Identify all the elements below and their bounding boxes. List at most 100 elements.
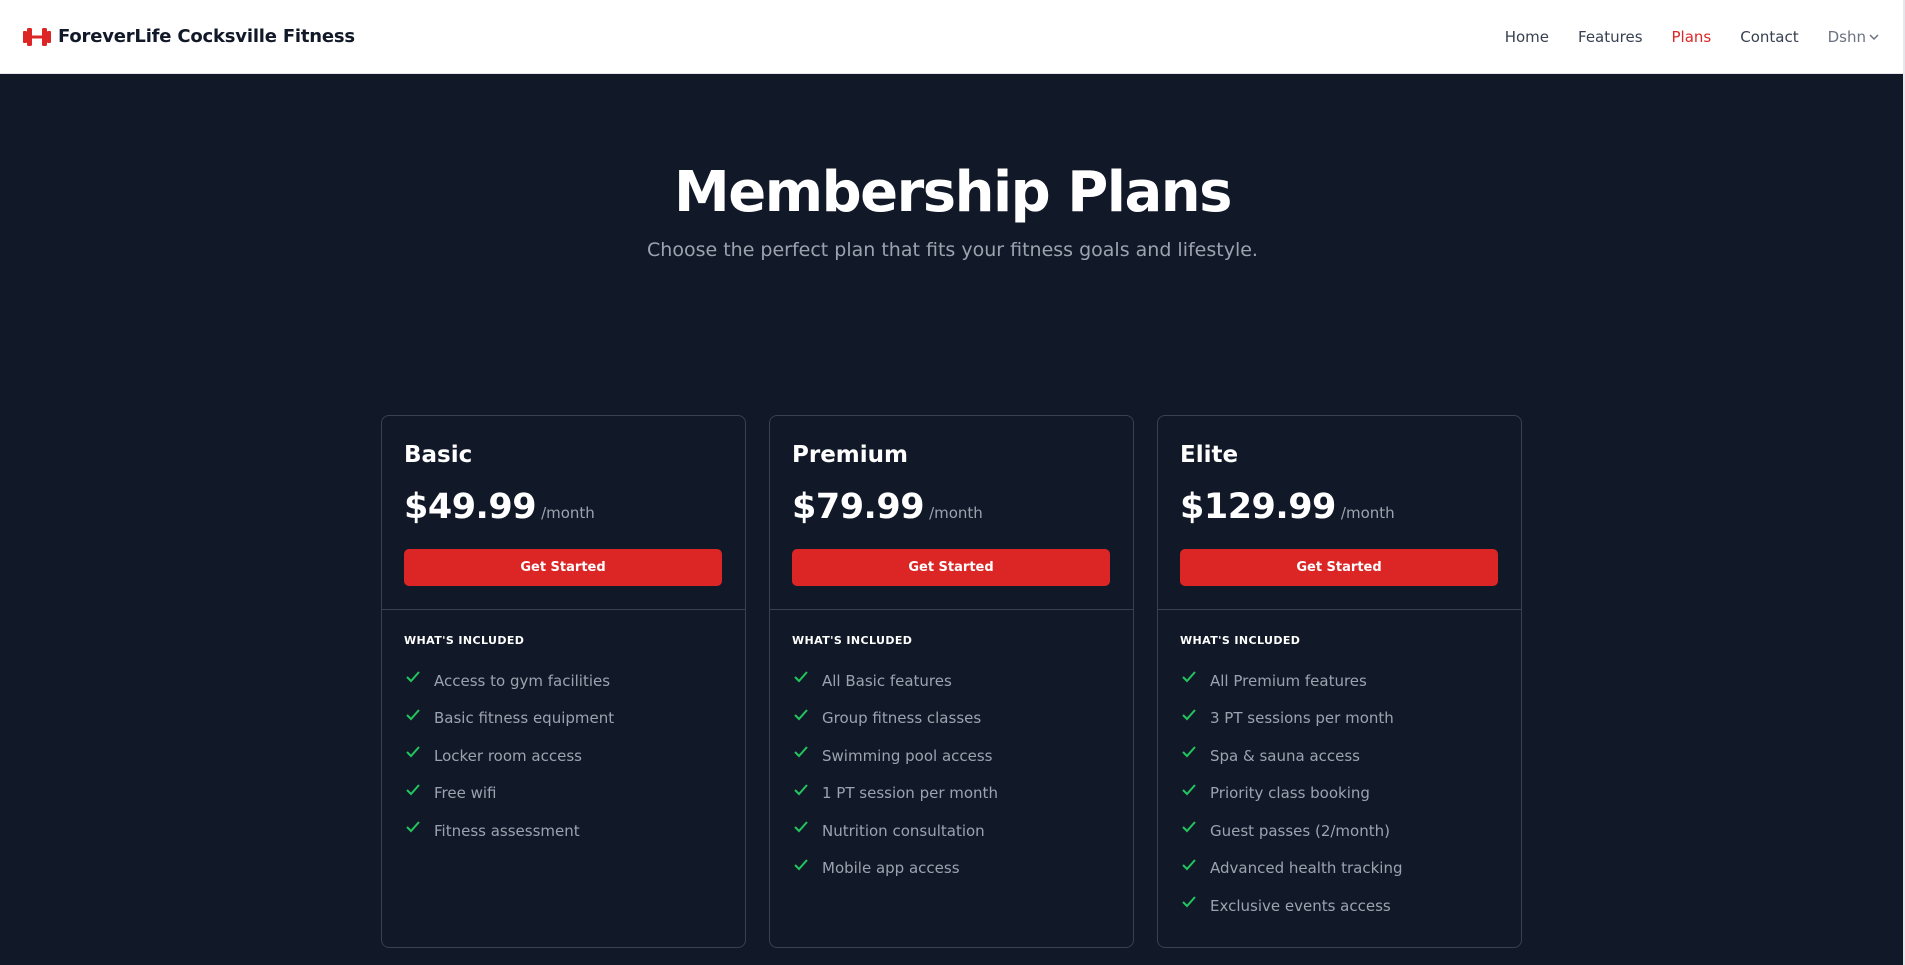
feature-item: All Premium features [1180,662,1499,700]
feature-list: Access to gym facilities Basic fitness eq… [404,662,723,850]
plan-features: WHAT'S INCLUDED All Premium features 3 PT… [1158,610,1521,949]
nav-link-home[interactable]: Home [1505,28,1549,46]
get-started-button[interactable]: Get Started [1180,549,1498,586]
get-started-button[interactable]: Get Started [792,549,1110,586]
price-row: $79.99 /month [792,487,1110,527]
feature-item: Advanced health tracking [1180,850,1499,888]
plan-price: $79.99 [792,487,925,527]
feature-text: Guest passes (2/month) [1210,821,1390,840]
check-icon [406,784,420,796]
check-icon [1182,746,1196,758]
plan-card-basic: Basic $49.99 /month Get Started WHAT'S I… [381,415,746,948]
check-icon [794,821,808,833]
feature-item: 1 PT session per month [792,775,1111,813]
plan-period: /month [1340,504,1395,522]
feature-text: Mobile app access [822,859,960,878]
feature-item: Priority class booking [1180,775,1499,813]
dumbbell-icon [23,27,51,46]
feature-list: All Basic features Group fitness classes S… [792,662,1111,887]
feature-item: Access to gym facilities [404,662,723,700]
plan-period: /month [541,504,595,522]
check-icon [794,746,808,758]
plan-price: $49.99 [404,487,537,527]
feature-item: All Basic features [792,662,1111,700]
plans-grid: Basic $49.99 /month Get Started WHAT'S I… [381,415,1522,948]
feature-item: Guest passes (2/month) [1180,812,1499,850]
feature-text: Advanced health tracking [1210,859,1403,878]
feature-list: All Premium features 3 PT sessions per mo… [1180,662,1499,925]
nav-link-contact[interactable]: Contact [1740,28,1798,46]
feature-text: Access to gym facilities [434,671,611,690]
plan-name: Premium [792,442,908,468]
check-icon [794,859,808,871]
feature-text: Group fitness classes [822,709,982,728]
feature-text: Locker room access [434,746,582,765]
feature-text: 3 PT sessions per month [1210,709,1394,728]
feature-item: Mobile app access [792,850,1111,888]
plan-header: Elite $129.99 /month Get Started [1158,416,1521,610]
feature-text: Free wifi [434,784,497,803]
feature-text: 1 PT session per month [822,784,998,803]
check-icon [406,709,420,721]
plan-features: WHAT'S INCLUDED All Basic features Group … [770,610,1133,911]
feature-text: Exclusive events access [1210,896,1391,915]
check-icon [1182,859,1196,871]
check-icon [1182,671,1196,683]
plan-price: $129.99 [1180,487,1336,527]
feature-text: All Premium features [1210,671,1367,690]
included-title: WHAT'S INCLUDED [1180,634,1301,647]
feature-item: 3 PT sessions per month [1180,700,1499,738]
plan-header: Premium $79.99 /month Get Started [770,416,1133,610]
included-title: WHAT'S INCLUDED [404,634,525,647]
plan-header: Basic $49.99 /month Get Started [382,416,745,610]
top-navbar: ForeverLife Cocksville Fitness Home Feat… [0,0,1905,74]
feature-item: Spa & sauna access [1180,737,1499,775]
feature-text: Nutrition consultation [822,821,985,840]
check-icon [1182,821,1196,833]
brand[interactable]: ForeverLife Cocksville Fitness [22,25,355,49]
feature-text: All Basic features [822,671,952,690]
feature-text: Priority class booking [1210,784,1370,803]
check-icon [406,821,420,833]
price-row: $49.99 /month [404,487,722,527]
check-icon [794,671,808,683]
plan-card-elite: Elite $129.99 /month Get Started WHAT'S … [1157,415,1522,948]
feature-text: Basic fitness equipment [434,709,615,728]
page-title: Membership Plans [674,160,1232,225]
nav-link-plans[interactable]: Plans [1672,28,1712,46]
plan-name: Elite [1180,442,1239,468]
feature-item: Free wifi [404,775,723,813]
check-icon [794,709,808,721]
user-menu[interactable]: Dshn [1828,28,1879,46]
plan-card-premium: Premium $79.99 /month Get Started WHAT'S… [769,415,1134,948]
check-icon [1182,709,1196,721]
feature-text: Spa & sauna access [1210,746,1360,765]
get-started-button[interactable]: Get Started [404,549,722,586]
page-subtitle: Choose the perfect plan that fits your f… [647,239,1258,261]
feature-item: Swimming pool access [792,737,1111,775]
feature-item: Nutrition consultation [792,812,1111,850]
plan-name: Basic [404,442,473,468]
feature-item: Locker room access [404,737,723,775]
feature-item: Fitness assessment [404,812,723,850]
feature-text: Swimming pool access [822,746,993,765]
check-icon [1182,784,1196,796]
check-icon [794,784,808,796]
check-icon [1182,896,1196,908]
plan-features: WHAT'S INCLUDED Access to gym facilities… [382,610,745,874]
check-icon [406,746,420,758]
plan-period: /month [929,504,983,522]
nav-link-features[interactable]: Features [1578,28,1643,46]
feature-item: Group fitness classes [792,700,1111,738]
brand-name: ForeverLife Cocksville Fitness [58,26,355,47]
chevron-down-icon [1869,33,1879,40]
included-title: WHAT'S INCLUDED [792,634,913,647]
check-icon [406,671,420,683]
user-name: Dshn [1827,27,1866,46]
feature-text: Fitness assessment [434,821,580,840]
feature-item: Basic fitness equipment [404,700,723,738]
hero: Membership Plans Choose the perfect plan… [0,160,1905,261]
nav-links: Home Features Plans Contact Dshn [1476,0,1883,73]
feature-item: Exclusive events access [1180,887,1499,925]
price-row: $129.99 /month [1180,487,1498,527]
